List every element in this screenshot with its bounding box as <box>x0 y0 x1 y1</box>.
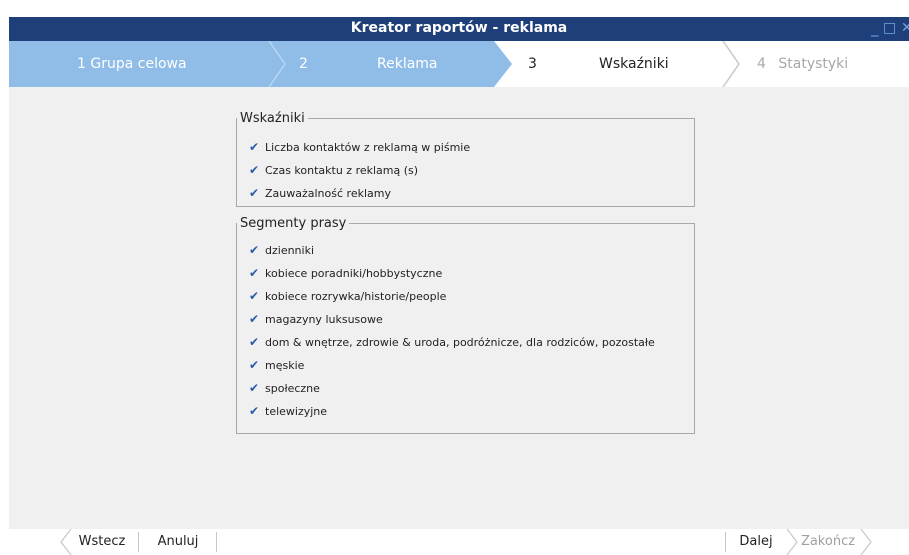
finish-button: Zakończ <box>800 534 856 549</box>
checkbox-label: męskie <box>265 359 305 372</box>
cancel-button[interactable]: Anuluj <box>142 529 214 555</box>
checkbox-segment[interactable]: ✔ dom & wnętrze, zdrowie & uroda, podróżn… <box>249 333 655 351</box>
step-2-label-wrap[interactable]: Reklama <box>377 41 438 87</box>
checkbox-segment[interactable]: ✔ telewizyjne <box>249 402 327 420</box>
checkbox-label: Liczba kontaktów z reklamą w piśmie <box>265 141 471 154</box>
checkbox-label: kobiece rozrywka/historie/people <box>265 290 447 303</box>
maximize-icon[interactable]: □ <box>883 19 896 37</box>
step-number: 2 <box>299 56 308 72</box>
step-label: Statystyki <box>778 56 849 72</box>
title-bar: Kreator raportów - reklama _ □ ✕ <box>9 17 909 41</box>
checkbox-segment[interactable]: ✔ magazyny luksusowe <box>249 310 383 328</box>
segments-legend: Segmenty prasy <box>240 216 347 231</box>
wizard-steps: 1 Grupa celowa 2 Reklama 3 Wskaźniki 4 S… <box>9 41 909 87</box>
window-title: Kreator raportów - reklama <box>350 20 568 36</box>
close-icon[interactable]: ✕ <box>901 19 909 37</box>
checkbox-check-icon[interactable]: ✔ <box>249 379 261 397</box>
next-button[interactable]: Dalej <box>728 529 784 555</box>
checkbox-segment[interactable]: ✔ społeczne <box>249 379 320 397</box>
checkbox-check-icon[interactable]: ✔ <box>249 161 261 179</box>
press-segments-group: Segmenty prasy ✔ dzienniki ✔ kobiece porad… <box>236 216 695 434</box>
checkbox-label: magazyny luksusowe <box>265 313 383 326</box>
checkbox-segment[interactable]: ✔ dzienniki <box>249 241 314 259</box>
step-1[interactable]: 1 Grupa celowa <box>77 41 187 87</box>
checkbox-contacts-count[interactable]: ✔ Liczba kontaktów z reklamą w piśmie <box>249 138 470 156</box>
minimize-icon[interactable]: _ <box>871 19 879 37</box>
step-3[interactable]: 3 <box>528 41 537 87</box>
footer-divider <box>216 532 217 552</box>
step-4: 4 Statystyki <box>757 41 848 87</box>
checkbox-check-icon[interactable]: ✔ <box>249 356 261 374</box>
checkbox-label: dom & wnętrze, zdrowie & uroda, podróżni… <box>265 336 655 349</box>
checkbox-segment[interactable]: ✔ kobiece poradniki/hobbystyczne <box>249 264 442 282</box>
checkbox-check-icon[interactable]: ✔ <box>249 264 261 282</box>
checkbox-check-icon[interactable]: ✔ <box>249 333 261 351</box>
step-number: 4 <box>757 56 766 72</box>
checkbox-check-icon[interactable]: ✔ <box>249 184 261 202</box>
checkbox-label: dzienniki <box>265 244 315 257</box>
indicators-legend: Wskaźniki <box>240 111 305 126</box>
checkbox-check-icon[interactable]: ✔ <box>249 402 261 420</box>
step-3-label-wrap[interactable]: Wskaźniki <box>599 41 669 87</box>
checkbox-label: Czas kontaktu z reklamą (s) <box>265 164 419 177</box>
step-label: Wskaźniki <box>599 56 669 72</box>
step-number: 1 <box>77 56 86 72</box>
checkbox-check-icon[interactable]: ✔ <box>249 310 261 328</box>
finish-chevron-icon <box>860 529 872 555</box>
checkbox-check-icon[interactable]: ✔ <box>249 287 261 305</box>
step-2[interactable]: 2 <box>299 41 308 87</box>
step-separator-icon <box>722 41 740 87</box>
checkbox-segment[interactable]: ✔ męskie <box>249 356 304 374</box>
checkbox-label: kobiece poradniki/hobbystyczne <box>265 267 443 280</box>
step-label: Reklama <box>377 56 438 72</box>
checkbox-label: telewizyjne <box>265 405 328 418</box>
step-number: 3 <box>528 56 537 72</box>
checkbox-label: społeczne <box>265 382 320 395</box>
indicators-group: Wskaźniki ✔ Liczba kontaktów z reklamą w … <box>236 111 695 207</box>
checkbox-segment[interactable]: ✔ kobiece rozrywka/historie/people <box>249 287 446 305</box>
step-separator-icon <box>268 41 286 87</box>
checkbox-ad-noticeability[interactable]: ✔ Zauważalność reklamy <box>249 184 391 202</box>
checkbox-contact-time[interactable]: ✔ Czas kontaktu z reklamą (s) <box>249 161 418 179</box>
step-arrow-icon <box>494 41 512 87</box>
footer-bar: Wstecz Anuluj Dalej Zakończ <box>9 529 909 555</box>
checkbox-check-icon[interactable]: ✔ <box>249 138 261 156</box>
checkbox-label: Zauważalność reklamy <box>265 187 391 200</box>
footer-divider <box>725 532 726 552</box>
content-panel: Wskaźniki ✔ Liczba kontaktów z reklamą w … <box>9 87 909 529</box>
footer-divider <box>138 532 139 552</box>
back-button[interactable]: Wstecz <box>67 529 137 555</box>
step-label: Grupa celowa <box>90 56 187 72</box>
checkbox-check-icon[interactable]: ✔ <box>249 241 261 259</box>
